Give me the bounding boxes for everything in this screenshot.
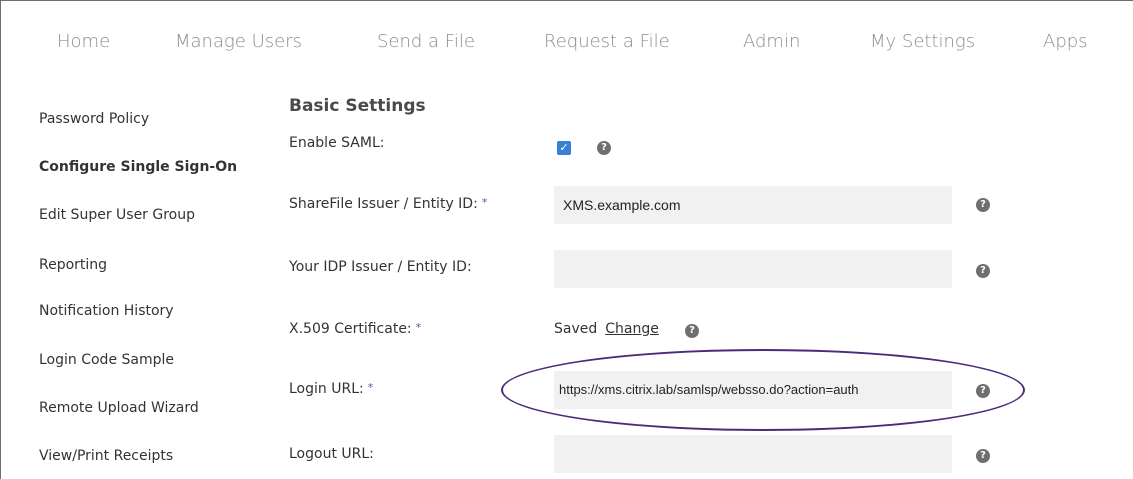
issuer-label-text: ShareFile Issuer / Entity ID: bbox=[289, 196, 478, 212]
issuer-label: ShareFile Issuer / Entity ID: * bbox=[289, 196, 487, 212]
help-icon[interactable]: ? bbox=[685, 324, 699, 338]
nav-request-file[interactable]: Request a File bbox=[544, 31, 670, 52]
required-marker: * bbox=[481, 196, 488, 209]
sidebar-item-notification-history[interactable]: Notification History bbox=[39, 303, 174, 319]
help-icon[interactable]: ? bbox=[976, 384, 990, 398]
nav-home[interactable]: Home bbox=[57, 31, 110, 52]
issuer-input[interactable]: XMS.example.com bbox=[554, 186, 952, 224]
sidebar-item-password-policy[interactable]: Password Policy bbox=[39, 111, 149, 127]
enable-saml-label: Enable SAML: bbox=[289, 135, 385, 151]
nav-my-settings[interactable]: My Settings bbox=[870, 31, 975, 52]
nav-apps[interactable]: Apps bbox=[1043, 31, 1088, 52]
certificate-label: X.509 Certificate: * bbox=[289, 321, 421, 337]
login-url-label-text: Login URL: bbox=[289, 381, 364, 397]
nav-send-file[interactable]: Send a File bbox=[377, 31, 475, 52]
sidebar-item-reporting[interactable]: Reporting bbox=[39, 257, 107, 273]
top-nav: Home Manage Users Send a File Request a … bbox=[1, 1, 1133, 81]
sidebar-item-view-print-receipts[interactable]: View/Print Receipts bbox=[39, 448, 173, 464]
idp-issuer-label: Your IDP Issuer / Entity ID: bbox=[289, 259, 472, 275]
certificate-status: Saved Change bbox=[554, 321, 659, 337]
help-icon[interactable]: ? bbox=[976, 449, 990, 463]
certificate-saved-text: Saved bbox=[554, 321, 598, 337]
help-icon[interactable]: ? bbox=[597, 141, 611, 155]
help-icon[interactable]: ? bbox=[976, 198, 990, 212]
certificate-change-link[interactable]: Change bbox=[605, 321, 659, 337]
enable-saml-checkbox[interactable]: ✓ bbox=[557, 141, 571, 155]
logout-url-input[interactable] bbox=[554, 435, 952, 473]
login-url-label: Login URL: * bbox=[289, 381, 373, 397]
idp-issuer-input[interactable] bbox=[554, 250, 952, 288]
logout-url-label: Logout URL: bbox=[289, 446, 374, 462]
section-title: Basic Settings bbox=[289, 96, 426, 116]
required-marker: * bbox=[415, 321, 422, 334]
nav-admin[interactable]: Admin bbox=[743, 31, 800, 52]
sidebar-item-login-code-sample[interactable]: Login Code Sample bbox=[39, 352, 174, 368]
login-url-input[interactable]: https://xms.citrix.lab/samlsp/websso.do?… bbox=[554, 371, 952, 409]
nav-manage-users[interactable]: Manage Users bbox=[175, 31, 302, 52]
sidebar-item-remote-upload-wizard[interactable]: Remote Upload Wizard bbox=[39, 400, 199, 416]
required-marker: * bbox=[367, 381, 374, 394]
certificate-label-text: X.509 Certificate: bbox=[289, 321, 412, 337]
sidebar-item-super-user-group[interactable]: Edit Super User Group bbox=[39, 207, 195, 223]
app-frame: Home Manage Users Send a File Request a … bbox=[0, 0, 1133, 479]
help-icon[interactable]: ? bbox=[976, 264, 990, 278]
sidebar-item-configure-sso[interactable]: Configure Single Sign-On bbox=[39, 159, 237, 175]
